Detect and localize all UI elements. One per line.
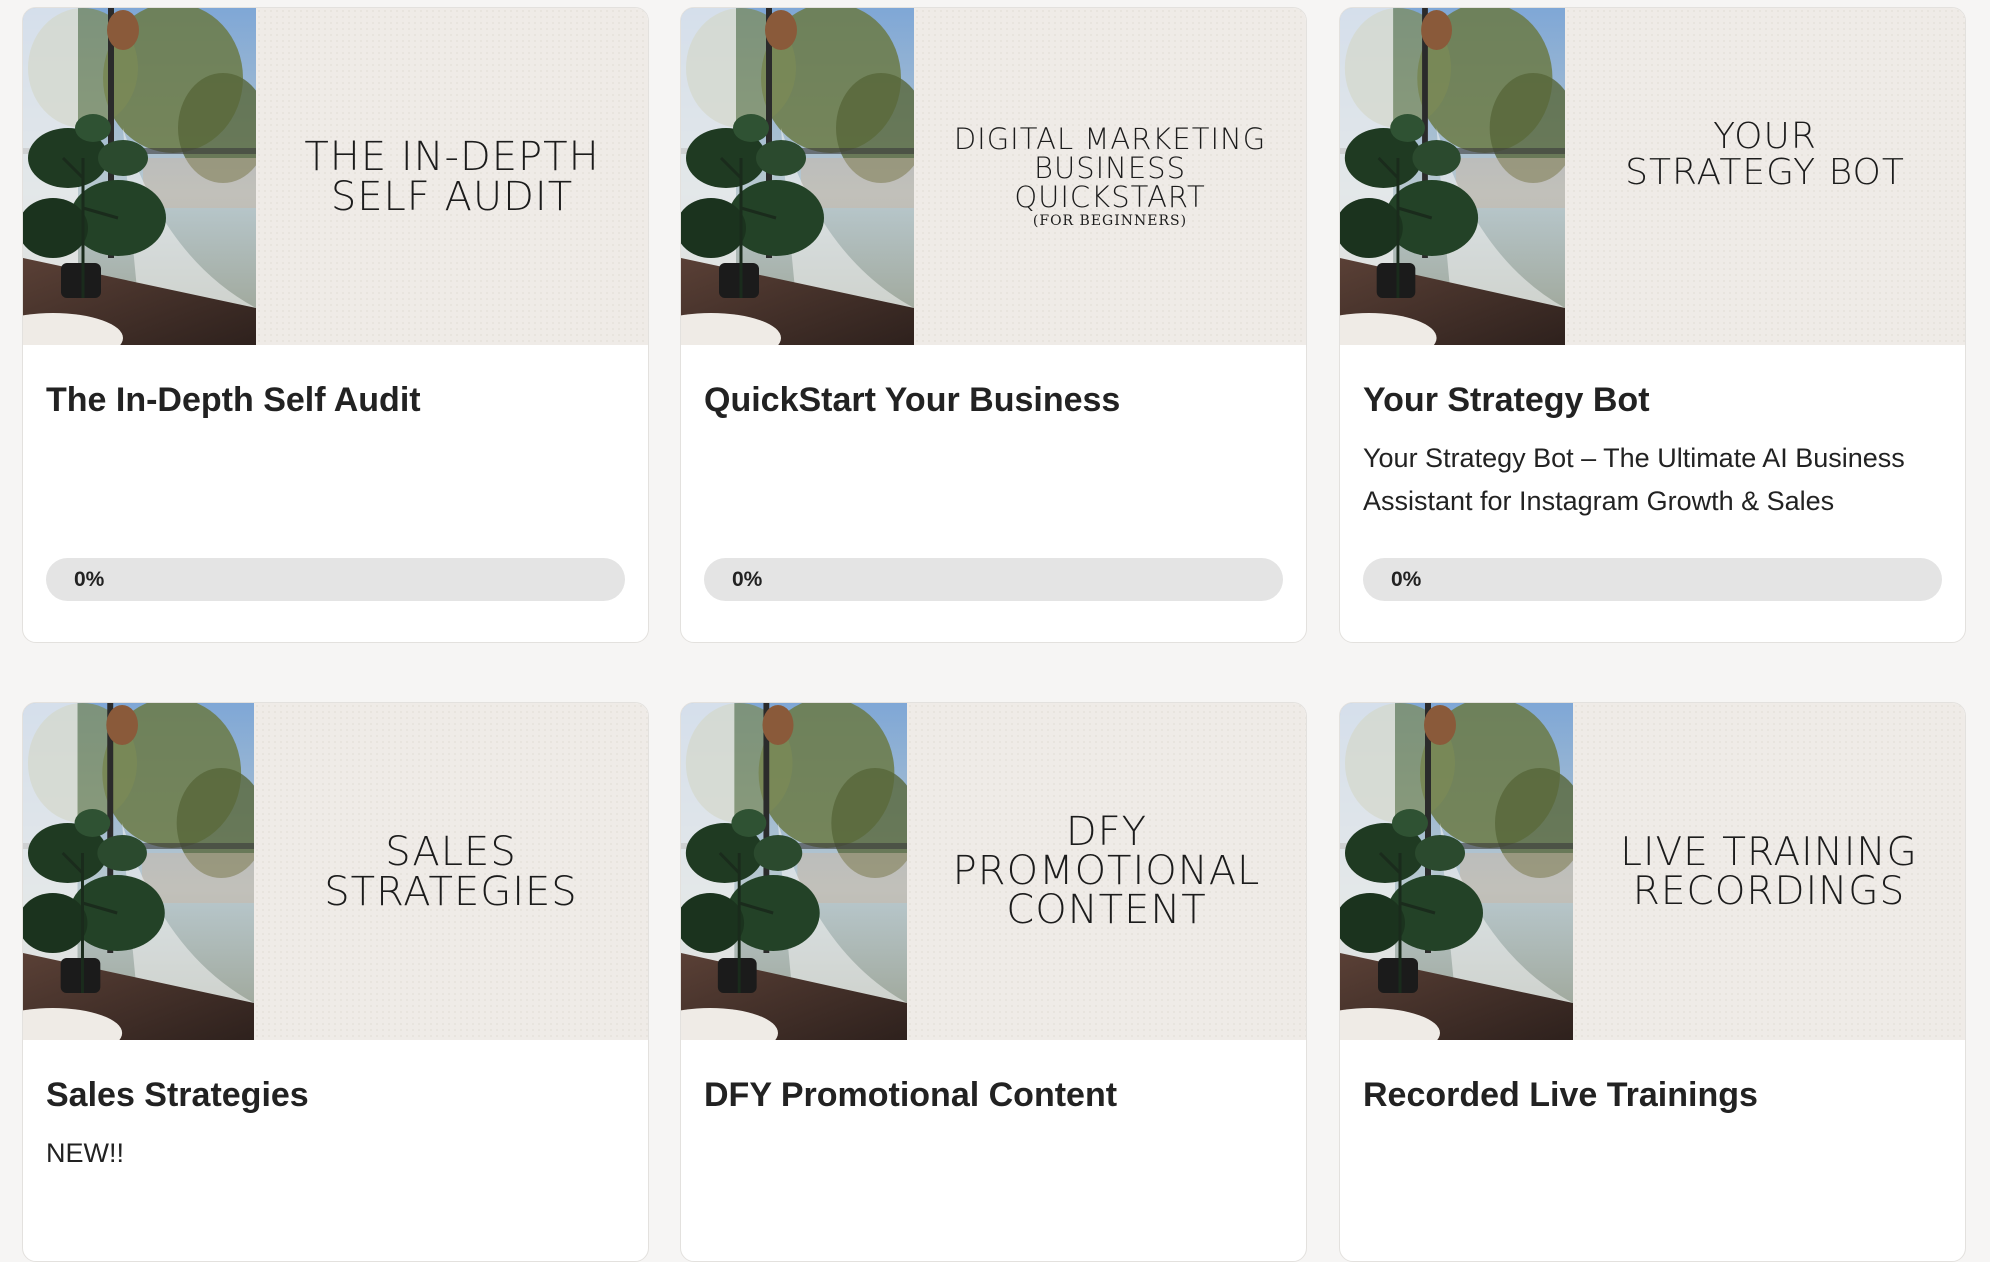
course-title[interactable]: Recorded Live Trainings: [1363, 1074, 1942, 1116]
progress-bar: 0%: [46, 558, 625, 601]
plant-photo: [1340, 703, 1573, 1040]
course-description: [704, 437, 1283, 523]
thumbnail-banner: DIGITAL MARKETING BUSINESS QUICKSTART (F…: [914, 8, 1306, 345]
progress-bar: 0%: [1363, 558, 1942, 601]
plant-photo: [681, 703, 907, 1040]
course-title[interactable]: Sales Strategies: [46, 1074, 625, 1116]
course-thumbnail[interactable]: YOUR STRATEGY BOT: [1340, 8, 1965, 345]
course-title[interactable]: QuickStart Your Business: [704, 379, 1283, 421]
course-card-self-audit[interactable]: THE IN-DEPTH SELF AUDIT The In-Depth Sel…: [22, 7, 649, 643]
plant-photo: [23, 8, 256, 345]
banner-title: THE IN-DEPTH SELF AUDIT: [304, 133, 600, 220]
course-card-live-trainings[interactable]: LIVE TRAINING RECORDINGS Recorded Live T…: [1339, 702, 1966, 1262]
course-title[interactable]: The In-Depth Self Audit: [46, 379, 625, 421]
course-thumbnail[interactable]: SALES STRATEGIES: [23, 703, 648, 1040]
course-description: NEW!!: [46, 1138, 124, 1168]
course-grid: THE IN-DEPTH SELF AUDIT The In-Depth Sel…: [0, 0, 1990, 1262]
course-description: [46, 437, 625, 523]
thumbnail-banner: DFY PROMOTIONAL CONTENT: [907, 703, 1306, 1040]
course-thumbnail[interactable]: THE IN-DEPTH SELF AUDIT: [23, 8, 648, 345]
banner-title: DIGITAL MARKETING BUSINESS QUICKSTART: [953, 121, 1267, 214]
plant-photo: [23, 703, 254, 1040]
banner-title: SALES STRATEGIES: [324, 828, 578, 915]
course-title[interactable]: DFY Promotional Content: [704, 1074, 1283, 1116]
course-card-dfy-content[interactable]: DFY PROMOTIONAL CONTENT DFY Promotional …: [680, 702, 1307, 1262]
course-description: [704, 1132, 1283, 1218]
course-thumbnail[interactable]: DFY PROMOTIONAL CONTENT: [681, 703, 1306, 1040]
course-thumbnail[interactable]: DIGITAL MARKETING BUSINESS QUICKSTART (F…: [681, 8, 1306, 345]
plant-photo: [681, 8, 914, 345]
banner-title: YOUR STRATEGY BOT: [1625, 115, 1905, 193]
banner-title: DFY PROMOTIONAL CONTENT: [952, 809, 1261, 933]
thumbnail-banner: SALES STRATEGIES: [254, 703, 648, 1040]
course-description: [1363, 1132, 1942, 1218]
thumbnail-banner: YOUR STRATEGY BOT: [1565, 8, 1965, 345]
banner-subtitle: (FOR BEGINNERS): [1032, 212, 1188, 229]
progress-label: 0%: [732, 567, 763, 591]
progress-bar: 0%: [704, 558, 1283, 601]
plant-photo: [1340, 8, 1565, 345]
banner-title: LIVE TRAINING RECORDINGS: [1620, 829, 1918, 914]
course-thumbnail[interactable]: LIVE TRAINING RECORDINGS: [1340, 703, 1965, 1040]
course-title[interactable]: Your Strategy Bot: [1363, 379, 1942, 421]
progress-label: 0%: [1391, 567, 1422, 591]
course-description: Your Strategy Bot – The Ultimate AI Busi…: [1363, 443, 1905, 516]
thumbnail-banner: THE IN-DEPTH SELF AUDIT: [256, 8, 648, 345]
thumbnail-banner: LIVE TRAINING RECORDINGS: [1573, 703, 1965, 1040]
course-card-strategy-bot[interactable]: YOUR STRATEGY BOT Your Strategy Bot Your…: [1339, 7, 1966, 643]
course-card-sales-strategies[interactable]: SALES STRATEGIES Sales Strategies NEW!!: [22, 702, 649, 1262]
course-card-quickstart[interactable]: DIGITAL MARKETING BUSINESS QUICKSTART (F…: [680, 7, 1307, 643]
progress-label: 0%: [74, 567, 105, 591]
